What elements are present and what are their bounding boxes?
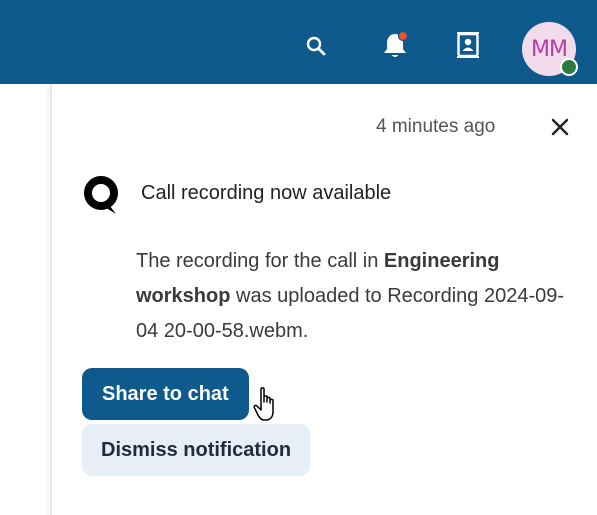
notifications-button[interactable]	[378, 28, 412, 62]
online-status-icon	[560, 58, 578, 76]
contacts-icon	[457, 32, 479, 58]
notification-title: Call recording now available	[141, 182, 392, 204]
message-text: was uploaded to	[230, 285, 388, 307]
notification-dot	[397, 30, 409, 42]
notification-message: The recording for the call in Engineerin…	[136, 244, 576, 349]
share-to-chat-button[interactable]: Share to chat	[82, 368, 249, 420]
notification-timestamp: 4 minutes ago	[376, 116, 496, 137]
user-avatar[interactable]: MM	[522, 22, 578, 76]
close-notification-button[interactable]	[544, 111, 576, 143]
notifications-panel: 4 minutes ago Call recording now availab…	[51, 84, 597, 515]
close-icon	[551, 118, 569, 136]
avatar-initials: MM	[531, 36, 568, 62]
top-bar: MM	[0, 0, 597, 84]
bell-icon	[384, 30, 409, 57]
dismiss-notification-button[interactable]: Dismiss notification	[82, 424, 311, 476]
talk-app-icon	[84, 176, 118, 214]
search-icon	[306, 36, 326, 56]
hand-pointer-cursor-icon	[253, 387, 274, 421]
search-button[interactable]	[300, 30, 332, 62]
message-text: The recording for the call in	[136, 250, 384, 272]
contacts-button[interactable]	[451, 28, 485, 62]
